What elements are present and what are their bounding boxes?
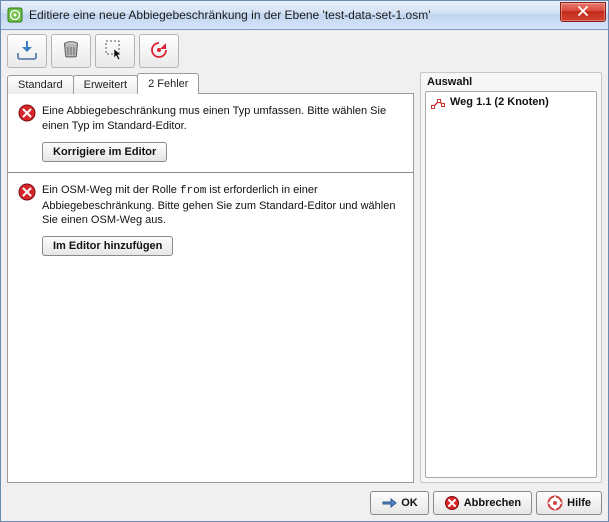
selection-item[interactable]: Weg 1.1 (2 Knoten)	[426, 92, 596, 112]
selection-icon	[104, 39, 126, 64]
error-body: Ein OSM-Weg mit der Rolle from ist erfor…	[42, 183, 403, 257]
selection-panel: Auswahl Weg 1.1 (2 Knoten)	[420, 72, 602, 483]
cancel-button[interactable]: Abbrechen	[433, 491, 532, 515]
tab-advanced[interactable]: Erweitert	[73, 75, 138, 94]
close-button[interactable]	[560, 2, 606, 22]
error-icon	[18, 104, 36, 122]
errors-panel: Eine Abbiegebeschränkung mus einen Typ u…	[7, 93, 414, 483]
way-icon	[430, 94, 446, 110]
dialog-window: Editiere eine neue Abbiegebeschränkung i…	[0, 0, 609, 522]
button-label: Hilfe	[567, 497, 591, 509]
trash-icon	[60, 39, 82, 64]
error-item: Eine Abbiegebeschränkung mus einen Typ u…	[8, 94, 413, 172]
help-icon	[547, 495, 563, 511]
close-icon	[578, 6, 588, 19]
dialog-buttons: OK Abbrechen Hilfe	[1, 487, 608, 521]
content-area: Standard Erweitert 2 Fehler Eine Abbiege…	[1, 70, 608, 487]
error-text-part: Ein OSM-Weg mit der Rolle	[42, 184, 180, 196]
fix-in-editor-button[interactable]: Korrigiere im Editor	[42, 142, 167, 162]
error-code: from	[180, 185, 206, 197]
refresh-button[interactable]	[139, 34, 179, 68]
error-item: Ein OSM-Weg mit der Rolle from ist erfor…	[8, 172, 413, 267]
window-title: Editiere eine neue Abbiegebeschränkung i…	[29, 8, 554, 22]
selection-item-label: Weg 1.1 (2 Knoten)	[450, 96, 549, 108]
tab-standard[interactable]: Standard	[7, 75, 74, 94]
tab-errors[interactable]: 2 Fehler	[137, 73, 199, 94]
ok-button[interactable]: OK	[370, 491, 429, 515]
trash-button[interactable]	[51, 34, 91, 68]
add-in-editor-button[interactable]: Im Editor hinzufügen	[42, 236, 173, 256]
cancel-icon	[444, 495, 460, 511]
download-icon	[16, 39, 38, 64]
select-button[interactable]	[95, 34, 135, 68]
error-message: Eine Abbiegebeschränkung mus einen Typ u…	[42, 104, 403, 134]
toolbar	[1, 30, 608, 70]
error-body: Eine Abbiegebeschränkung mus einen Typ u…	[42, 104, 403, 162]
button-label: OK	[401, 497, 418, 509]
error-message: Ein OSM-Weg mit der Rolle from ist erfor…	[42, 183, 403, 229]
button-label: Abbrechen	[464, 497, 521, 509]
app-icon	[7, 7, 23, 23]
error-icon	[18, 183, 36, 201]
title-bar: Editiere eine neue Abbiegebeschränkung i…	[1, 1, 608, 30]
refresh-icon	[148, 39, 170, 64]
ok-icon	[381, 495, 397, 511]
left-pane: Standard Erweitert 2 Fehler Eine Abbiege…	[7, 72, 414, 483]
button-label: Korrigiere im Editor	[53, 146, 156, 158]
button-label: Im Editor hinzufügen	[53, 240, 162, 252]
selection-title: Auswahl	[425, 75, 597, 91]
download-button[interactable]	[7, 34, 47, 68]
selection-list[interactable]: Weg 1.1 (2 Knoten)	[425, 91, 597, 478]
help-button[interactable]: Hilfe	[536, 491, 602, 515]
tab-bar: Standard Erweitert 2 Fehler	[7, 72, 414, 94]
